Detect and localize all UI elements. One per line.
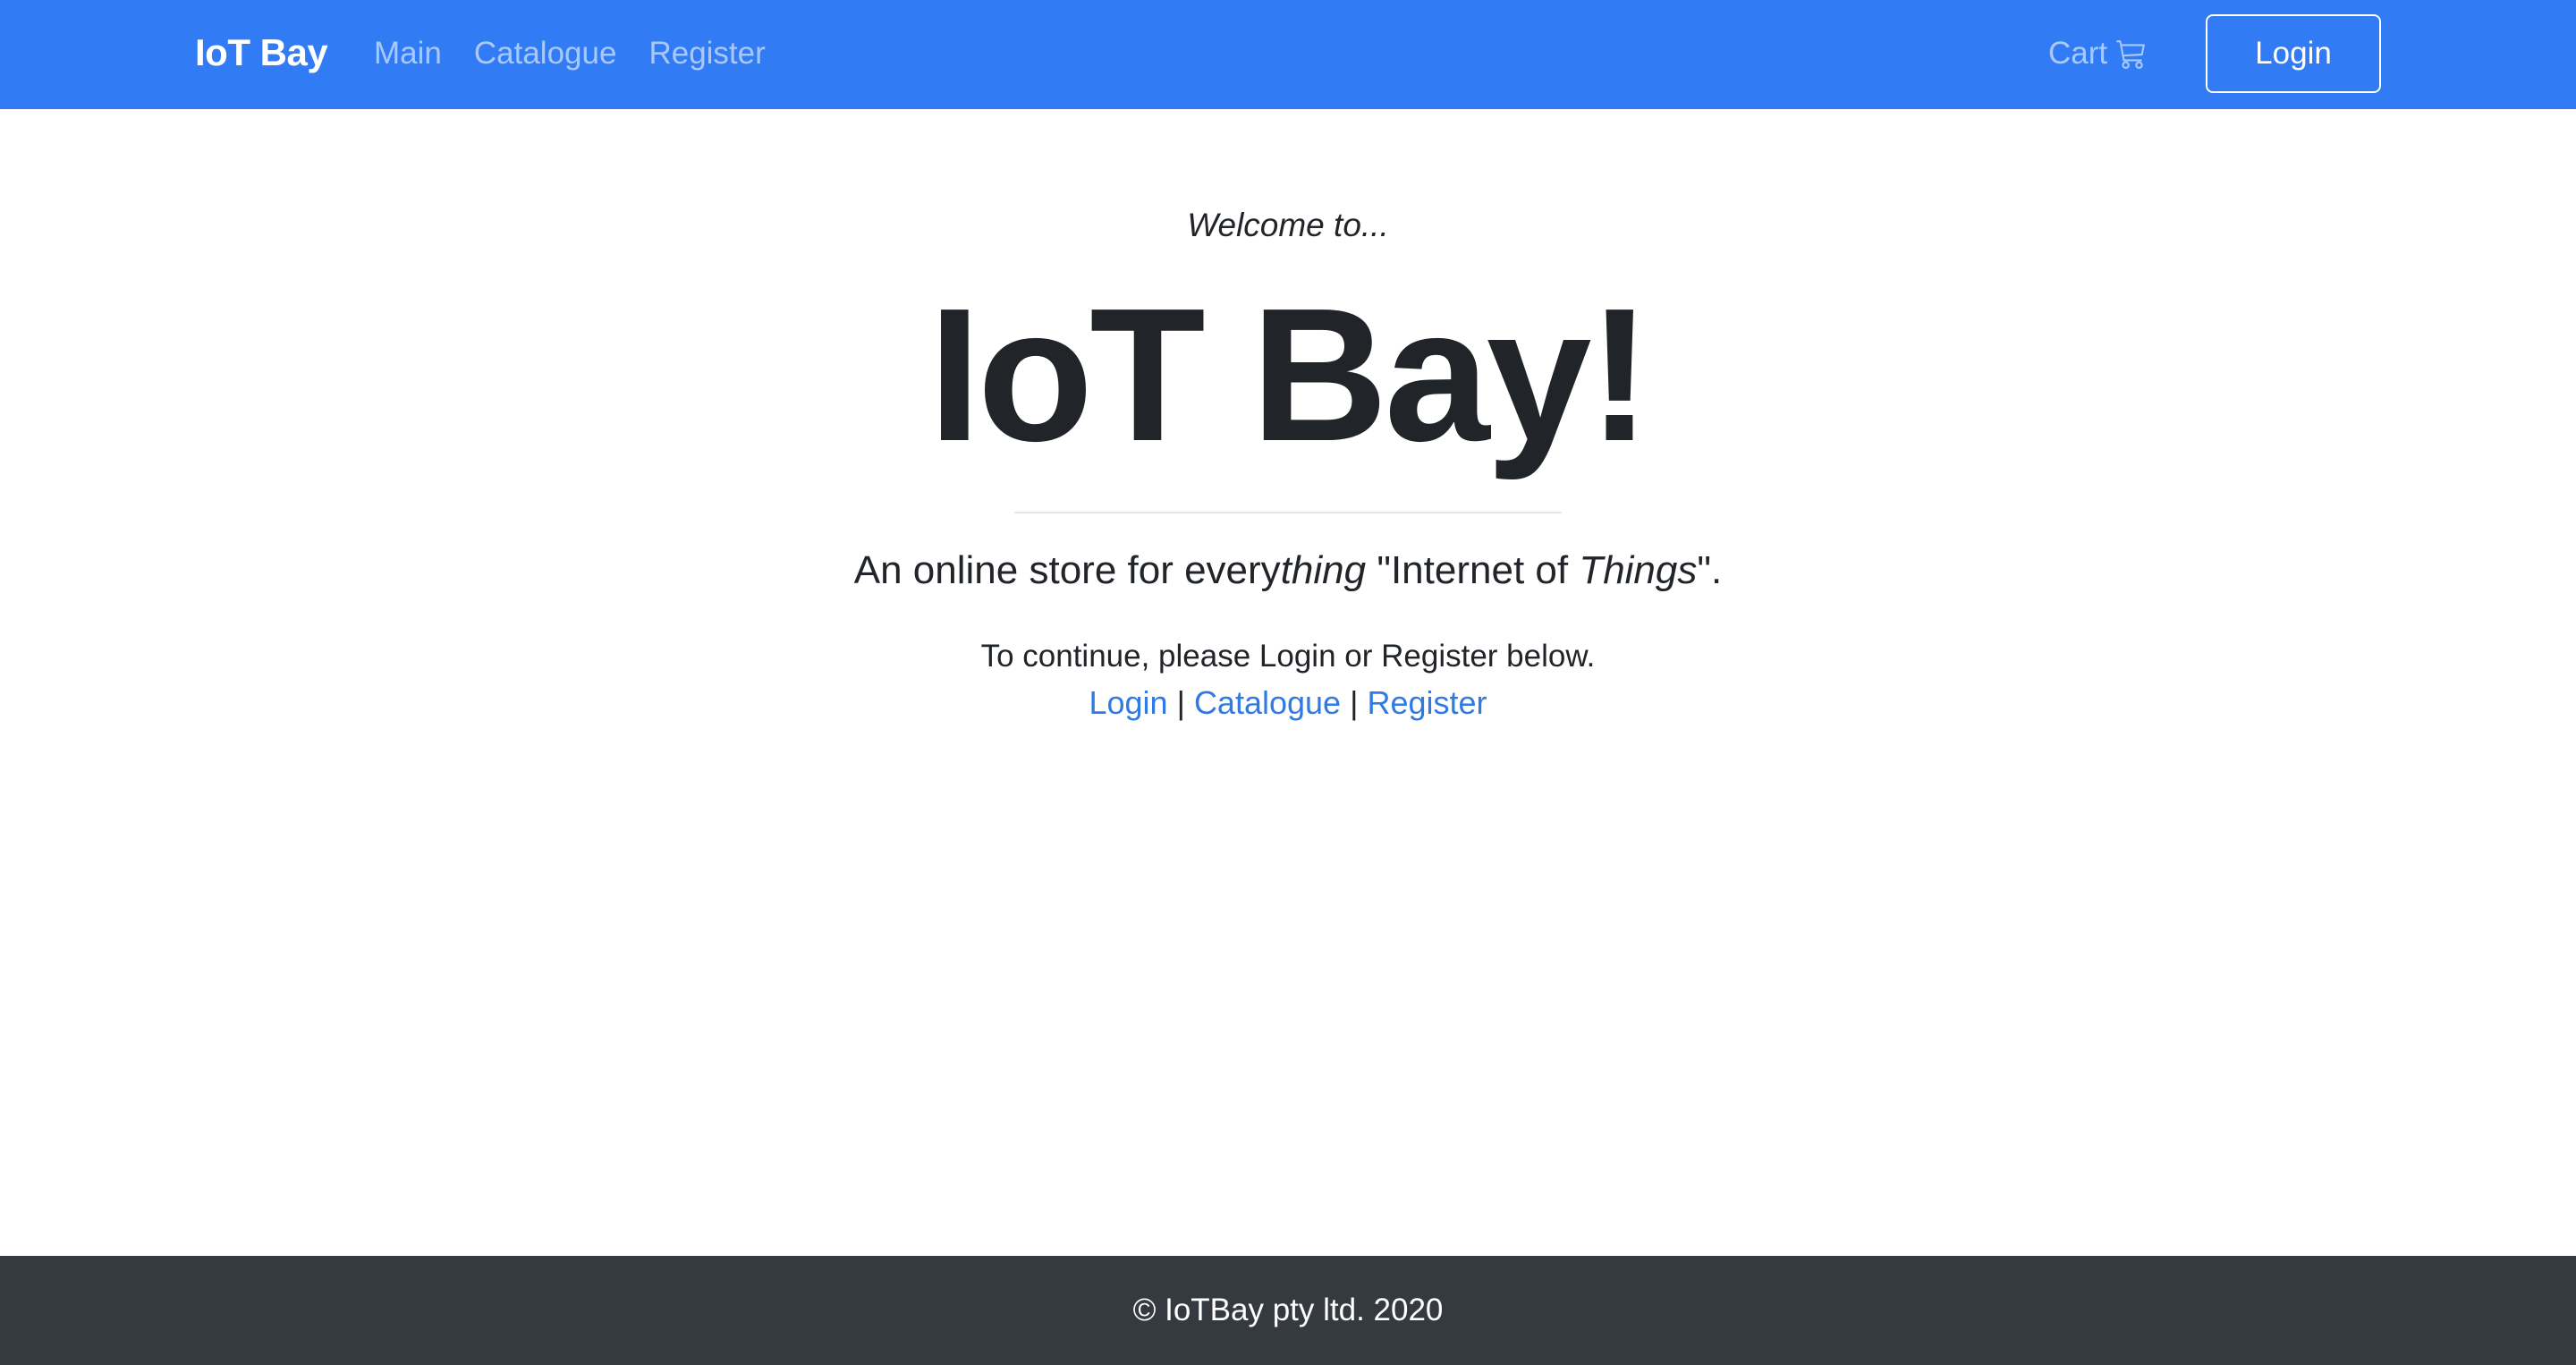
page-title: IoT Bay!: [928, 268, 1651, 480]
tagline-part-2: "Internet of: [1366, 548, 1580, 592]
link-separator: |: [1350, 684, 1359, 721]
brand-logo[interactable]: IoT Bay: [195, 27, 328, 79]
link-separator: |: [1176, 684, 1185, 721]
tagline-emphasis-2: Things: [1579, 548, 1698, 592]
nav-link-catalogue[interactable]: Catalogue: [474, 32, 617, 75]
tagline: An online store for everything "Internet…: [0, 544, 2576, 598]
catalogue-link[interactable]: Catalogue: [1194, 684, 1341, 721]
welcome-text: Welcome to...: [1187, 207, 1389, 243]
login-link[interactable]: Login: [1089, 684, 1167, 721]
register-link[interactable]: Register: [1367, 684, 1487, 721]
divider: [1014, 512, 1562, 513]
action-links: Login | Catalogue | Register: [0, 680, 2576, 726]
nav-link-register[interactable]: Register: [648, 32, 765, 75]
cart-icon: [2116, 38, 2147, 69]
login-button[interactable]: Login: [2206, 14, 2381, 93]
tagline-emphasis-1: thing: [1280, 548, 1367, 592]
tagline-part-1: An online store for every: [853, 548, 1281, 592]
cart-label: Cart: [2048, 36, 2108, 71]
instructions-text: To continue, please Login or Register be…: [980, 639, 1596, 674]
hero-section: Welcome to... IoT Bay! An online store f…: [0, 199, 2576, 726]
footer: © IoTBay pty ltd. 2020: [0, 1256, 2576, 1365]
nav-links: Main Catalogue Register: [374, 32, 766, 75]
nav-link-main[interactable]: Main: [374, 32, 442, 75]
cart-link[interactable]: Cart: [2048, 32, 2147, 75]
tagline-part-3: ".: [1697, 548, 1723, 592]
footer-copyright: © IoTBay pty ltd. 2020: [1132, 1293, 1444, 1327]
top-navbar: IoT Bay Main Catalogue Register Cart Log…: [0, 0, 2576, 109]
